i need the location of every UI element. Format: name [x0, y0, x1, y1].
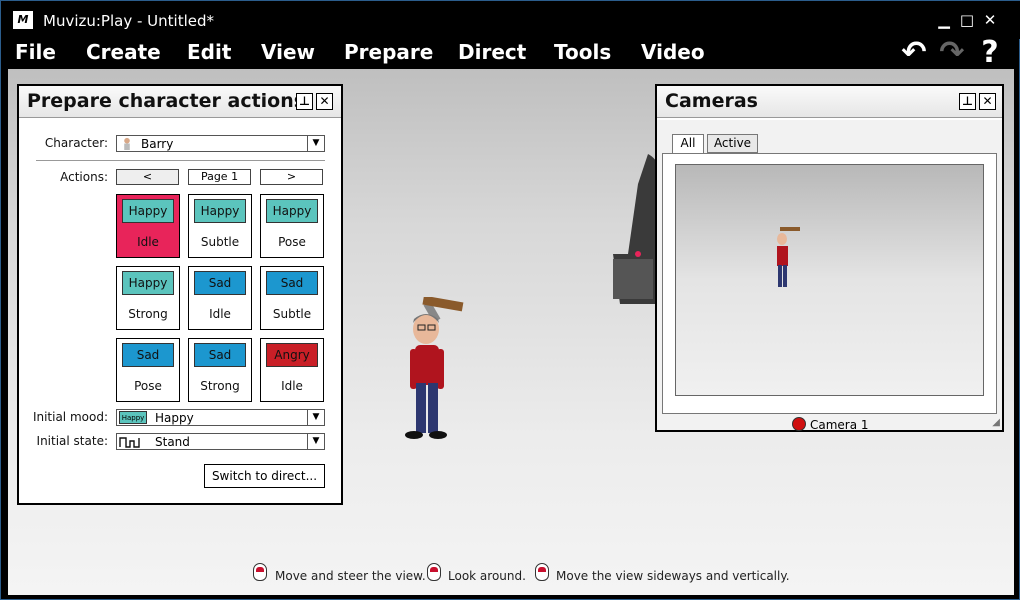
- action-tile-happy-pose[interactable]: Happy Pose: [260, 194, 324, 258]
- panel-title: Prepare character actions: [27, 90, 306, 112]
- chevron-down-icon: ▼: [307, 410, 324, 425]
- menu-create[interactable]: Create: [86, 40, 161, 64]
- action-name-label: Subtle: [200, 235, 240, 249]
- character-label: Character:: [44, 136, 108, 150]
- window-title: Muvizu:Play - Untitled*: [43, 12, 214, 30]
- camera-tabs: All Active: [672, 134, 792, 154]
- 3d-viewport[interactable]: Prepare character actions ⊥ ✕ Character:…: [8, 69, 1014, 595]
- action-mood-label: Happy: [194, 199, 246, 223]
- prepare-actions-panel: Prepare character actions ⊥ ✕ Character:…: [17, 84, 343, 505]
- action-name-label: Idle: [209, 307, 231, 321]
- redo-icon[interactable]: ↷: [935, 37, 969, 69]
- menu-prepare[interactable]: Prepare: [344, 40, 433, 64]
- camera-list: [662, 153, 997, 414]
- page-indicator: Page 1: [188, 169, 251, 185]
- action-tile-happy-idle[interactable]: Happy Idle: [116, 194, 180, 258]
- initial-mood-value: Happy: [155, 411, 194, 425]
- close-panel-icon[interactable]: ✕: [316, 93, 333, 110]
- chevron-down-icon: ▼: [307, 136, 324, 151]
- menu-direct[interactable]: Direct: [458, 40, 526, 64]
- mouse-middle-icon: [535, 563, 549, 581]
- menu-video[interactable]: Video: [641, 40, 705, 64]
- camera-status-dot: [792, 417, 806, 431]
- action-name-label: Pose: [134, 379, 162, 393]
- next-page-button[interactable]: >: [260, 169, 323, 185]
- initial-state-value: Stand: [155, 435, 190, 449]
- pin-icon[interactable]: ⊥: [296, 93, 313, 110]
- actions-pager: < Page 1 >: [116, 169, 325, 187]
- menu-file[interactable]: File: [15, 40, 56, 64]
- action-mood-label: Sad: [194, 271, 246, 295]
- pin-icon[interactable]: ⊥: [959, 93, 976, 110]
- minimize-button[interactable]: ▁: [935, 11, 953, 29]
- maximize-button[interactable]: □: [958, 11, 976, 29]
- character-value: Barry: [141, 137, 174, 151]
- action-tile-sad-pose[interactable]: Sad Pose: [116, 338, 180, 402]
- hint-move-steer: Move and steer the view.: [275, 569, 426, 583]
- action-tile-happy-strong[interactable]: Happy Strong: [116, 266, 180, 330]
- menu-view[interactable]: View: [261, 40, 315, 64]
- initial-mood-select[interactable]: Happy Happy ▼: [116, 409, 325, 426]
- action-tile-happy-subtle[interactable]: Happy Subtle: [188, 194, 252, 258]
- panel-body: All Active Camera 1 ◢: [657, 120, 1002, 432]
- action-tile-angry-idle[interactable]: Angry Idle: [260, 338, 324, 402]
- action-name-label: Pose: [278, 235, 306, 249]
- action-tile-sad-subtle[interactable]: Sad Subtle: [260, 266, 324, 330]
- hint-look-around: Look around.: [448, 569, 526, 583]
- cameras-panel: Cameras ⊥ ✕ All Active Camera 1 ◢: [655, 84, 1004, 432]
- switch-to-direct-button[interactable]: Switch to direct...: [204, 464, 325, 488]
- hint-move-sideways: Move the view sideways and vertically.: [556, 569, 790, 583]
- undo-icon[interactable]: ↶: [897, 37, 931, 69]
- panel-header: Cameras ⊥ ✕: [657, 86, 1002, 118]
- panel-body: Character: Barry ▼ Actions: < Page 1 > H…: [19, 120, 341, 503]
- action-name-label: Idle: [137, 235, 159, 249]
- tab-all[interactable]: All: [672, 134, 704, 153]
- prev-page-button[interactable]: <: [116, 169, 179, 185]
- action-mood-label: Happy: [266, 199, 318, 223]
- mouse-left-icon: [253, 563, 267, 581]
- action-mood-label: Angry: [266, 343, 318, 367]
- app-window: M Muvizu:Play - Untitled* ▁ □ ✕ File Cre…: [0, 0, 1020, 600]
- resize-grip-icon[interactable]: ◢: [992, 417, 1000, 428]
- action-mood-label: Sad: [194, 343, 246, 367]
- action-mood-label: Sad: [266, 271, 318, 295]
- app-logo-icon: M: [13, 11, 33, 29]
- action-name-label: Strong: [128, 307, 168, 321]
- action-tile-sad-strong[interactable]: Sad Strong: [188, 338, 252, 402]
- initial-state-select[interactable]: Stand ▼: [116, 433, 325, 450]
- panel-header: Prepare character actions ⊥ ✕: [19, 86, 341, 118]
- menu-tools[interactable]: Tools: [554, 40, 611, 64]
- chevron-down-icon: ▼: [307, 434, 324, 449]
- preview-character: [777, 227, 800, 287]
- menu-edit[interactable]: Edit: [187, 40, 231, 64]
- tab-active[interactable]: Active: [707, 134, 758, 153]
- divider: [36, 160, 325, 161]
- action-mood-label: Happy: [122, 271, 174, 295]
- state-waveform-icon: [119, 437, 140, 448]
- menu-bar: File Create Edit View Prepare Direct Too…: [1, 37, 1020, 69]
- action-mood-label: Sad: [122, 343, 174, 367]
- character-barry[interactable]: [388, 297, 478, 457]
- action-tile-sad-idle[interactable]: Sad Idle: [188, 266, 252, 330]
- action-name-label: Idle: [281, 379, 303, 393]
- action-name-label: Strong: [200, 379, 240, 393]
- action-mood-label: Happy: [122, 199, 174, 223]
- close-panel-icon[interactable]: ✕: [979, 93, 996, 110]
- character-select[interactable]: Barry ▼: [116, 135, 325, 152]
- action-name-label: Subtle: [272, 307, 312, 321]
- initial-mood-label: Initial mood:: [32, 410, 108, 424]
- actions-label: Actions:: [60, 170, 108, 184]
- close-button[interactable]: ✕: [981, 11, 999, 29]
- help-icon[interactable]: ?: [973, 37, 1007, 69]
- camera-preview[interactable]: [675, 164, 984, 396]
- mouse-right-icon: [427, 563, 441, 581]
- title-bar: M Muvizu:Play - Untitled* ▁ □ ✕: [1, 1, 1020, 39]
- camera-name[interactable]: Camera 1: [810, 418, 869, 432]
- panel-title: Cameras: [665, 90, 758, 112]
- initial-state-label: Initial state:: [36, 434, 108, 448]
- mood-badge: Happy: [119, 411, 147, 424]
- character-avatar-icon: [124, 137, 130, 150]
